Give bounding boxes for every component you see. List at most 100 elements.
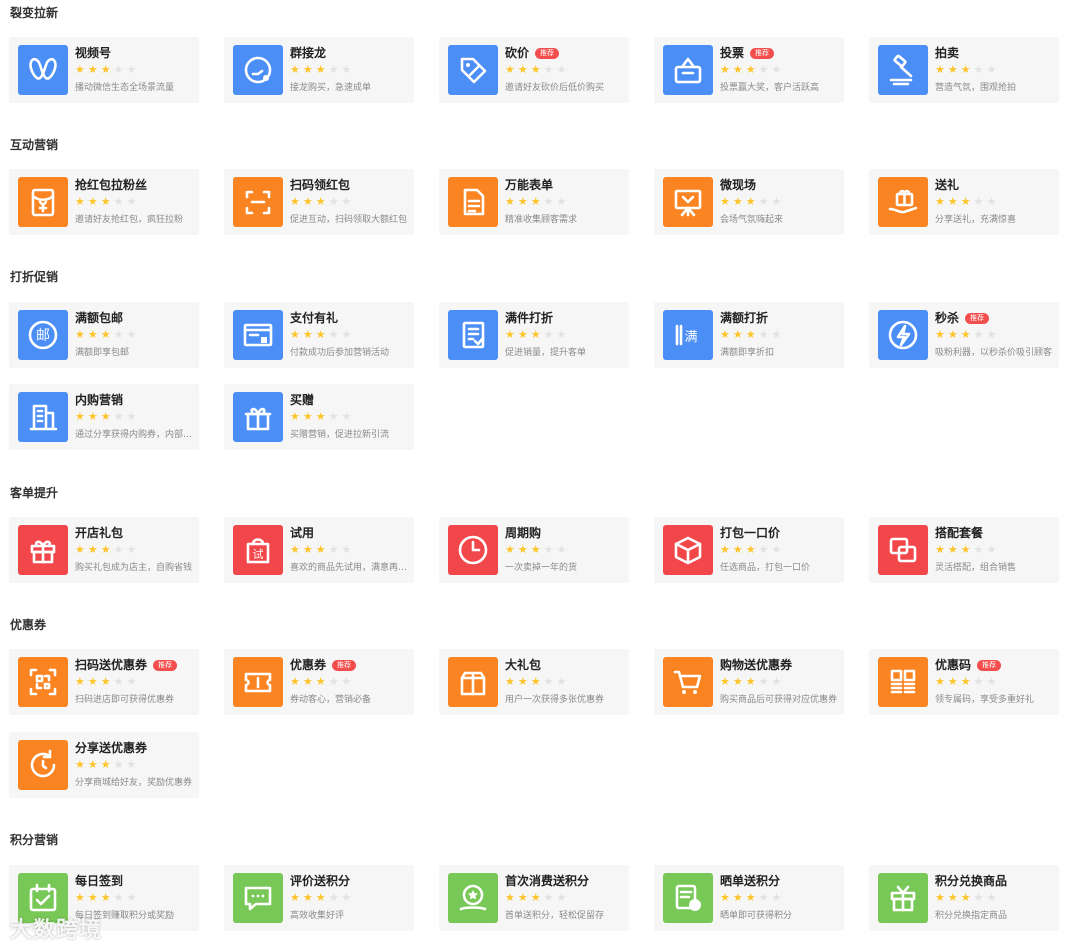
tool-card[interactable]: 支付有礼 ★★★★★ 付款成功后参加营销活动 [224, 302, 414, 368]
tool-card[interactable]: 搭配套餐 ★★★★★ 灵活搭配，组合销售 [869, 517, 1059, 583]
tool-card[interactable]: 万能表单 ★★★★★ 精准收集顾客需求 [439, 169, 629, 235]
star-rating: ★★★★★ [720, 544, 784, 556]
star-icon: ★ [328, 543, 342, 556]
star-icon: ★ [935, 328, 948, 341]
tool-title: 开店礼包 [75, 525, 123, 541]
star-rating: ★★★★★ [290, 892, 354, 904]
star-icon: ★ [517, 195, 531, 208]
star-icon: ★ [758, 891, 772, 904]
tool-card[interactable]: 优惠码 推荐 ★★★★★ 领专属码，享受多重好礼 [869, 649, 1059, 715]
star-rating: ★★★★★ [75, 411, 139, 423]
tool-card[interactable]: 购物送优惠券 ★★★★★ 购买商品后可获得对应优惠券 [654, 649, 844, 715]
share-order-icon [663, 873, 713, 923]
tool-card[interactable]: 投票 推荐 ★★★★★ 投票赢大奖，客户活跃高 [654, 37, 844, 103]
tool-description: 购买礼包成为店主，自购省钱 [75, 563, 193, 573]
star-icon: ★ [75, 543, 88, 556]
tool-card[interactable]: 开店礼包 ★★★★★ 购买礼包成为店主，自购省钱 [9, 517, 199, 583]
combo-icon [878, 525, 928, 575]
tool-title: 视频号 [75, 45, 111, 61]
tool-card[interactable]: 首次消费送积分 ★★★★★ 首单送积分，轻松促留存 [439, 865, 629, 931]
tool-card[interactable]: 视频号 ★★★★★ 播动微信生态全场景流量 [9, 37, 199, 103]
tool-title-text: 投票 [720, 46, 745, 60]
tool-card[interactable]: 优惠券 推荐 ★★★★★ 券动客心，营销必备 [224, 649, 414, 715]
code-grid-icon [878, 657, 928, 707]
tool-title: 支付有礼 [290, 310, 338, 326]
star-icon: ★ [960, 328, 974, 341]
star-icon: ★ [986, 675, 1000, 688]
tool-description: 邀请好友抢红包，疯狂拉粉 [75, 215, 184, 225]
star-icon: ★ [100, 63, 114, 76]
tool-card[interactable]: 微现场 ★★★★★ 会场气氛嗨起来 [654, 169, 844, 235]
tool-card[interactable]: 扫码领红包 ★★★★★ 促进互动，扫码领取大额红包 [224, 169, 414, 235]
tool-title: 首次消费送积分 [505, 873, 589, 889]
tool-card[interactable]: 邮满额包邮 ★★★★★ 满额即享包邮 [9, 302, 199, 368]
star-icon: ★ [745, 328, 759, 341]
tool-card[interactable]: 大礼包 ★★★★★ 用户一次获得多张优惠券 [439, 649, 629, 715]
tool-description: 满额即享折扣 [720, 348, 775, 358]
star-icon: ★ [973, 675, 987, 688]
star-icon: ★ [517, 543, 531, 556]
star-icon: ★ [505, 543, 518, 556]
star-rating: ★★★★★ [720, 892, 784, 904]
star-icon: ★ [986, 543, 1000, 556]
star-rating: ★★★★★ [935, 64, 999, 76]
star-icon: ★ [973, 195, 987, 208]
tool-card[interactable]: 群接龙 ★★★★★ 接龙购买，急速成单 [224, 37, 414, 103]
tool-card[interactable]: 扫码送优惠券 推荐 ★★★★★ 扫码进店即可获得优惠券 [9, 649, 199, 715]
tool-title: 抢红包拉粉丝 [75, 177, 147, 193]
tool-title: 分享送优惠券 [75, 740, 147, 756]
tool-card[interactable]: 打包一口价 ★★★★★ 任选商品，打包一口价 [654, 517, 844, 583]
star-icon: ★ [935, 891, 948, 904]
star-icon: ★ [758, 328, 772, 341]
tool-card[interactable]: 满件打折 ★★★★★ 促进销量，提升客单 [439, 302, 629, 368]
payment-window-icon [233, 310, 283, 360]
tool-card[interactable]: 积分兑换商品 ★★★★★ 积分兑换指定商品 [869, 865, 1059, 931]
star-icon: ★ [758, 543, 772, 556]
tool-title-text: 送礼 [935, 178, 960, 192]
recommend-badge: 推荐 [332, 660, 357, 671]
star-icon: ★ [315, 410, 329, 423]
tool-card[interactable]: 抢红包拉粉丝 ★★★★★ 邀请好友抢红包，疯狂拉粉 [9, 169, 199, 235]
star-icon: ★ [113, 195, 127, 208]
section-title: 打折促销 [10, 270, 59, 284]
tool-card[interactable]: 拍卖 ★★★★★ 营造气氛，围观抢拍 [869, 37, 1059, 103]
star-coin-icon [448, 873, 498, 923]
tool-title: 购物送优惠券 [720, 657, 792, 673]
star-rating: ★★★★★ [290, 676, 354, 688]
tool-title: 内购营销 [75, 392, 123, 408]
post-icon: 邮 [18, 310, 68, 360]
tool-card[interactable]: 晒单送积分 ★★★★★ 晒单即可获得积分 [654, 865, 844, 931]
star-icon: ★ [745, 543, 759, 556]
star-icon: ★ [505, 675, 518, 688]
star-icon: ★ [290, 543, 303, 556]
tool-title-text: 视频号 [75, 46, 112, 60]
tool-card[interactable]: 送礼 ★★★★★ 分享送礼，充满惊喜 [869, 169, 1059, 235]
tool-card[interactable]: 秒杀 推荐 ★★★★★ 吸粉利器，以秒杀价吸引顾客 [869, 302, 1059, 368]
star-icon: ★ [126, 410, 140, 423]
tool-card[interactable]: 砍价 推荐 ★★★★★ 邀请好友砍价后低价购买 [439, 37, 629, 103]
tool-card[interactable]: 评价送积分 ★★★★★ 高效收集好评 [224, 865, 414, 931]
star-icon: ★ [517, 328, 531, 341]
star-icon: ★ [113, 758, 127, 771]
star-icon: ★ [543, 675, 557, 688]
tool-title-text: 打包一口价 [720, 526, 781, 540]
star-icon: ★ [505, 63, 518, 76]
tool-card[interactable]: 内购营销 ★★★★★ 通过分享获得内购券，内部优惠 [9, 384, 199, 450]
star-icon: ★ [302, 543, 316, 556]
star-icon: ★ [505, 328, 518, 341]
tool-title-text: 每日签到 [75, 874, 124, 888]
tool-description: 邀请好友砍价后低价购买 [505, 83, 605, 93]
package-icon [663, 525, 713, 575]
tool-card[interactable]: 分享送优惠券 ★★★★★ 分享商城给好友，奖励优惠券 [9, 732, 199, 798]
tool-title: 试用 [290, 525, 314, 541]
tool-card[interactable]: 周期购 ★★★★★ 一次卖掉一年的货 [439, 517, 629, 583]
tool-card[interactable]: 满满额打折 ★★★★★ 满额即享折扣 [654, 302, 844, 368]
star-icon: ★ [720, 328, 733, 341]
tool-description: 晒单即可获得积分 [720, 911, 793, 921]
svg-text:满: 满 [684, 330, 697, 345]
star-icon: ★ [290, 328, 303, 341]
tool-card[interactable]: 试试用 ★★★★★ 喜欢的商品先试用，满意再购买 [224, 517, 414, 583]
tool-card[interactable]: 买赠 ★★★★★ 买赠营销，促进拉新引流 [224, 384, 414, 450]
tool-title-text: 拍卖 [935, 46, 960, 60]
star-icon: ★ [947, 543, 961, 556]
